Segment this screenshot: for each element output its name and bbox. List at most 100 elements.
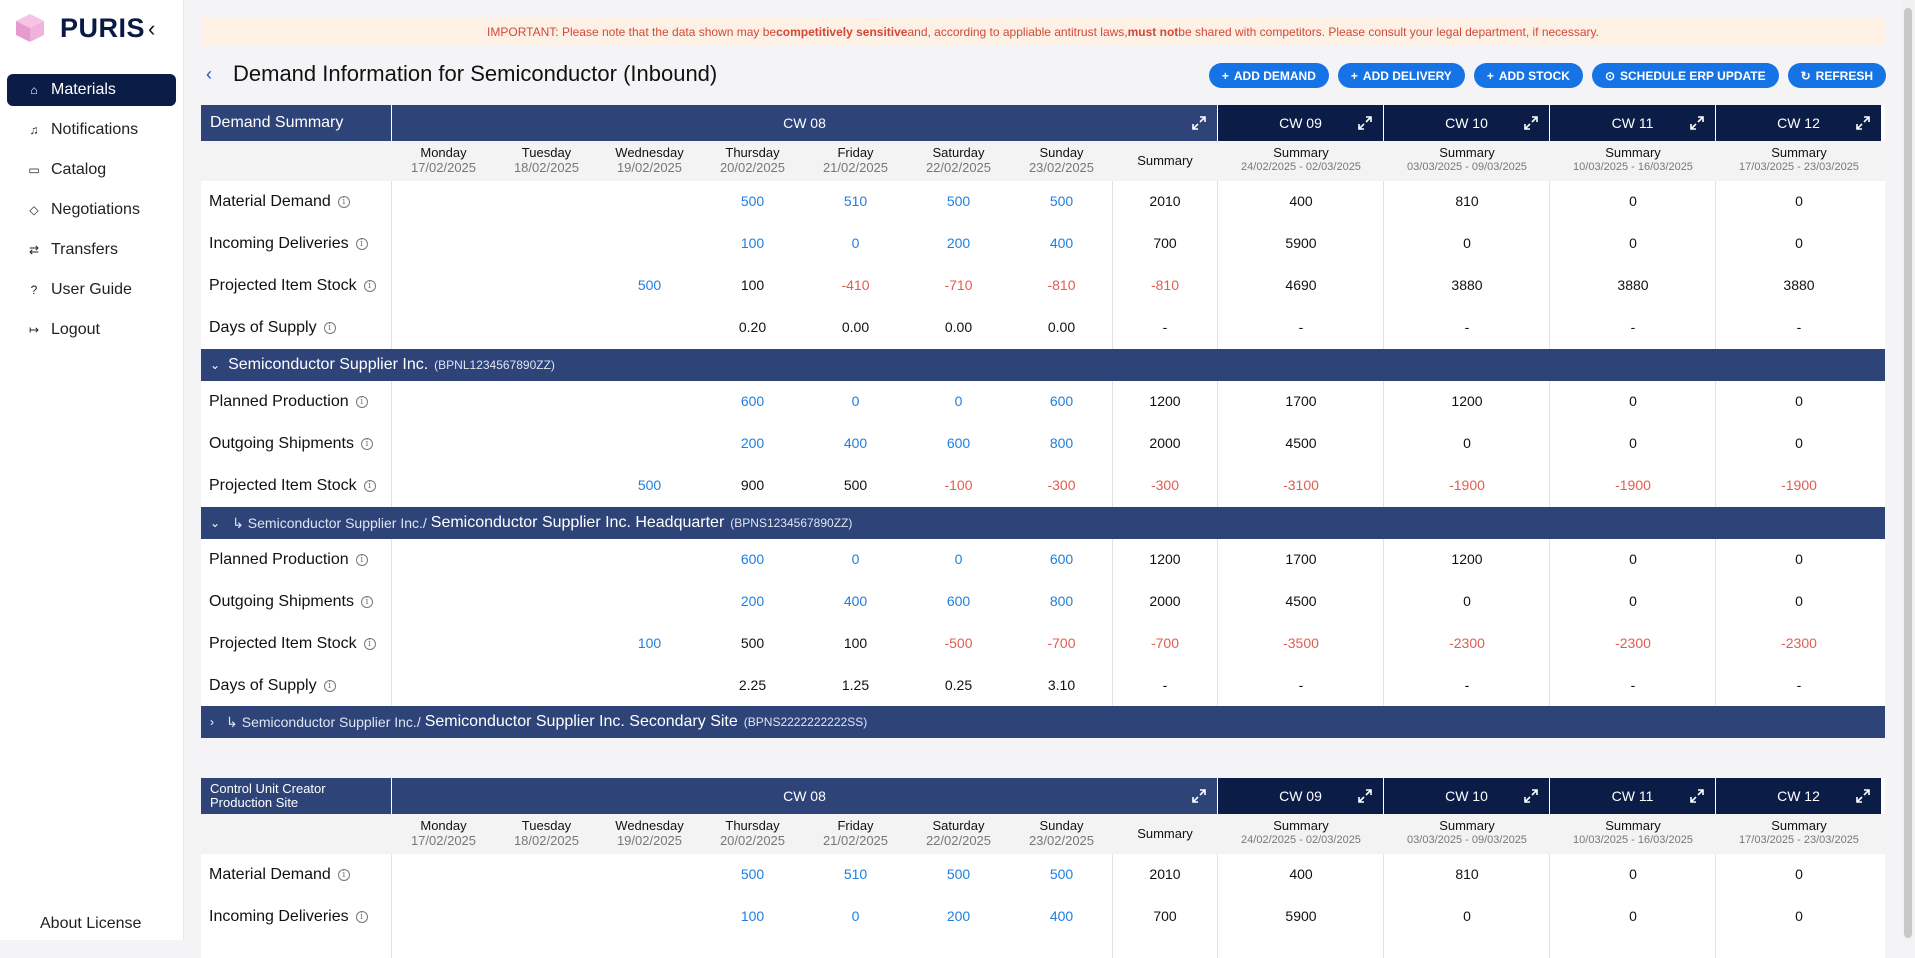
- expand-week-icon[interactable]: [1855, 788, 1871, 804]
- row-value[interactable]: 200: [919, 908, 999, 924]
- expand-week-icon[interactable]: [1689, 115, 1705, 131]
- info-icon[interactable]: i: [323, 322, 336, 334]
- page-scrollbar[interactable]: [1902, 0, 1914, 940]
- row-value[interactable]: 400: [816, 435, 896, 451]
- app-logo[interactable]: PURIS: [14, 12, 145, 44]
- row-value[interactable]: 500: [610, 277, 690, 293]
- sidebar-item-negotiations[interactable]: ◇ Negotiations: [7, 194, 176, 226]
- row-value[interactable]: 600: [713, 393, 793, 409]
- row-value[interactable]: 400: [1022, 235, 1102, 251]
- chevron-down-icon[interactable]: ⌄: [210, 358, 220, 372]
- sidebar-item-user-guide[interactable]: ? User Guide: [7, 274, 176, 306]
- expand-week-icon[interactable]: [1357, 115, 1373, 131]
- row-value[interactable]: 800: [1022, 593, 1102, 609]
- scrollbar-thumb[interactable]: [1904, 8, 1912, 938]
- row-value[interactable]: 500: [1022, 866, 1102, 882]
- sub-arrow-icon: ↳: [226, 713, 238, 730]
- chevron-down-icon[interactable]: ⌄: [210, 516, 220, 530]
- expand-week-icon[interactable]: [1689, 788, 1705, 804]
- sidebar-item-notifications[interactable]: ♫ Notifications: [7, 114, 176, 146]
- row-value[interactable]: 510: [816, 193, 896, 209]
- row-value[interactable]: 600: [1022, 393, 1102, 409]
- row-value[interactable]: 0: [816, 393, 896, 409]
- row-value[interactable]: 0: [816, 235, 896, 251]
- row-value[interactable]: 0: [816, 908, 896, 924]
- info-icon[interactable]: i: [360, 438, 373, 450]
- row-value[interactable]: 200: [713, 593, 793, 609]
- row-value[interactable]: 400: [816, 593, 896, 609]
- row-value[interactable]: 600: [919, 435, 999, 451]
- info-icon[interactable]: i: [360, 596, 373, 608]
- row-value[interactable]: 800: [1022, 435, 1102, 451]
- cw-label: CW 08: [783, 788, 826, 804]
- row-value: 0: [1629, 551, 1637, 567]
- expand-week-icon[interactable]: [1855, 115, 1871, 131]
- expand-week-icon[interactable]: [1523, 788, 1539, 804]
- row-value: -2300: [1781, 635, 1817, 651]
- expand-week-icon[interactable]: [1357, 788, 1373, 804]
- info-icon[interactable]: i: [363, 280, 376, 292]
- back-chevron-icon[interactable]: ‹: [206, 64, 212, 85]
- day-date: 22/02/2025: [925, 833, 992, 848]
- add-demand-button[interactable]: + ADD DEMAND: [1208, 63, 1329, 88]
- site-section-header[interactable]: ⌄ ↳ Semiconductor Supplier Inc./Semiconduc…: [201, 507, 1885, 539]
- row-value: -810: [1150, 277, 1180, 293]
- row-value: 0.00: [1047, 319, 1076, 335]
- row-label-text: Projected Item Stock: [209, 277, 357, 294]
- row-value[interactable]: 100: [610, 635, 690, 651]
- site-section-header[interactable]: › ↳ Semiconductor Supplier Inc./Semiconduc…: [201, 706, 1885, 738]
- row-value[interactable]: 400: [1022, 908, 1102, 924]
- about-license-link[interactable]: About License: [40, 915, 141, 933]
- info-icon[interactable]: i: [323, 680, 336, 692]
- row-value[interactable]: 0: [919, 393, 999, 409]
- info-icon[interactable]: i: [355, 911, 368, 923]
- collapse-sidebar-icon[interactable]: ‹: [148, 16, 155, 42]
- info-icon[interactable]: i: [337, 869, 350, 881]
- sidebar-item-materials[interactable]: ⌂ Materials: [7, 74, 176, 106]
- sidebar-item-transfers[interactable]: ⇄ Transfers: [7, 234, 176, 266]
- row-value[interactable]: 500: [919, 193, 999, 209]
- schedule-erp-update-button[interactable]: ⊙ SCHEDULE ERP UPDATE: [1591, 63, 1779, 88]
- row-value[interactable]: 600: [919, 593, 999, 609]
- add-stock-button[interactable]: + ADD STOCK: [1473, 63, 1583, 88]
- info-icon[interactable]: i: [355, 554, 368, 566]
- row-value[interactable]: 500: [919, 866, 999, 882]
- info-icon[interactable]: i: [355, 396, 368, 408]
- sidebar-item-label: Transfers: [51, 241, 118, 258]
- chevron-right-icon[interactable]: ›: [210, 715, 214, 729]
- row-value[interactable]: 0: [919, 551, 999, 567]
- info-icon[interactable]: i: [355, 238, 368, 250]
- button-label: ADD DEMAND: [1233, 68, 1316, 83]
- row-value[interactable]: 500: [610, 477, 690, 493]
- row-value[interactable]: 600: [1022, 551, 1102, 567]
- row-value[interactable]: 0: [816, 551, 896, 567]
- collapse-week-icon[interactable]: [1191, 788, 1207, 804]
- info-icon[interactable]: i: [363, 638, 376, 650]
- parent-supplier-name: Semiconductor Supplier Inc./: [247, 515, 427, 531]
- banner-emphasis: must not: [1127, 24, 1179, 39]
- collapse-week-icon[interactable]: [1191, 115, 1207, 131]
- expand-week-icon[interactable]: [1523, 115, 1539, 131]
- row-label-text: Projected Item Stock: [209, 635, 357, 652]
- button-label: ADD STOCK: [1498, 68, 1570, 83]
- row-value[interactable]: 100: [713, 908, 793, 924]
- row-value[interactable]: 200: [919, 235, 999, 251]
- info-icon[interactable]: i: [363, 480, 376, 492]
- week-header-cw-09: CW 09: [1218, 105, 1383, 141]
- row-value[interactable]: 200: [713, 435, 793, 451]
- row-value[interactable]: 600: [713, 551, 793, 567]
- add-delivery-button[interactable]: + ADD DELIVERY: [1337, 63, 1465, 88]
- row-value[interactable]: 500: [1022, 193, 1102, 209]
- row-label: Days of Supply i: [209, 677, 336, 695]
- row-value[interactable]: 500: [713, 193, 793, 209]
- sidebar-item-catalog[interactable]: ▭ Catalog: [7, 154, 176, 186]
- row-value[interactable]: 510: [816, 866, 896, 882]
- row-value[interactable]: 100: [713, 235, 793, 251]
- cw-label: CW 08: [783, 115, 826, 131]
- refresh-button[interactable]: ↻ REFRESH: [1787, 63, 1886, 88]
- sidebar-item-logout[interactable]: ↦ Logout: [7, 314, 176, 346]
- supplier-section-header[interactable]: ⌄ Semiconductor Supplier Inc. (BPNL1234567…: [201, 349, 1885, 381]
- row-value[interactable]: 500: [713, 866, 793, 882]
- row-label-text: Days of Supply: [209, 677, 317, 694]
- info-icon[interactable]: i: [337, 196, 350, 208]
